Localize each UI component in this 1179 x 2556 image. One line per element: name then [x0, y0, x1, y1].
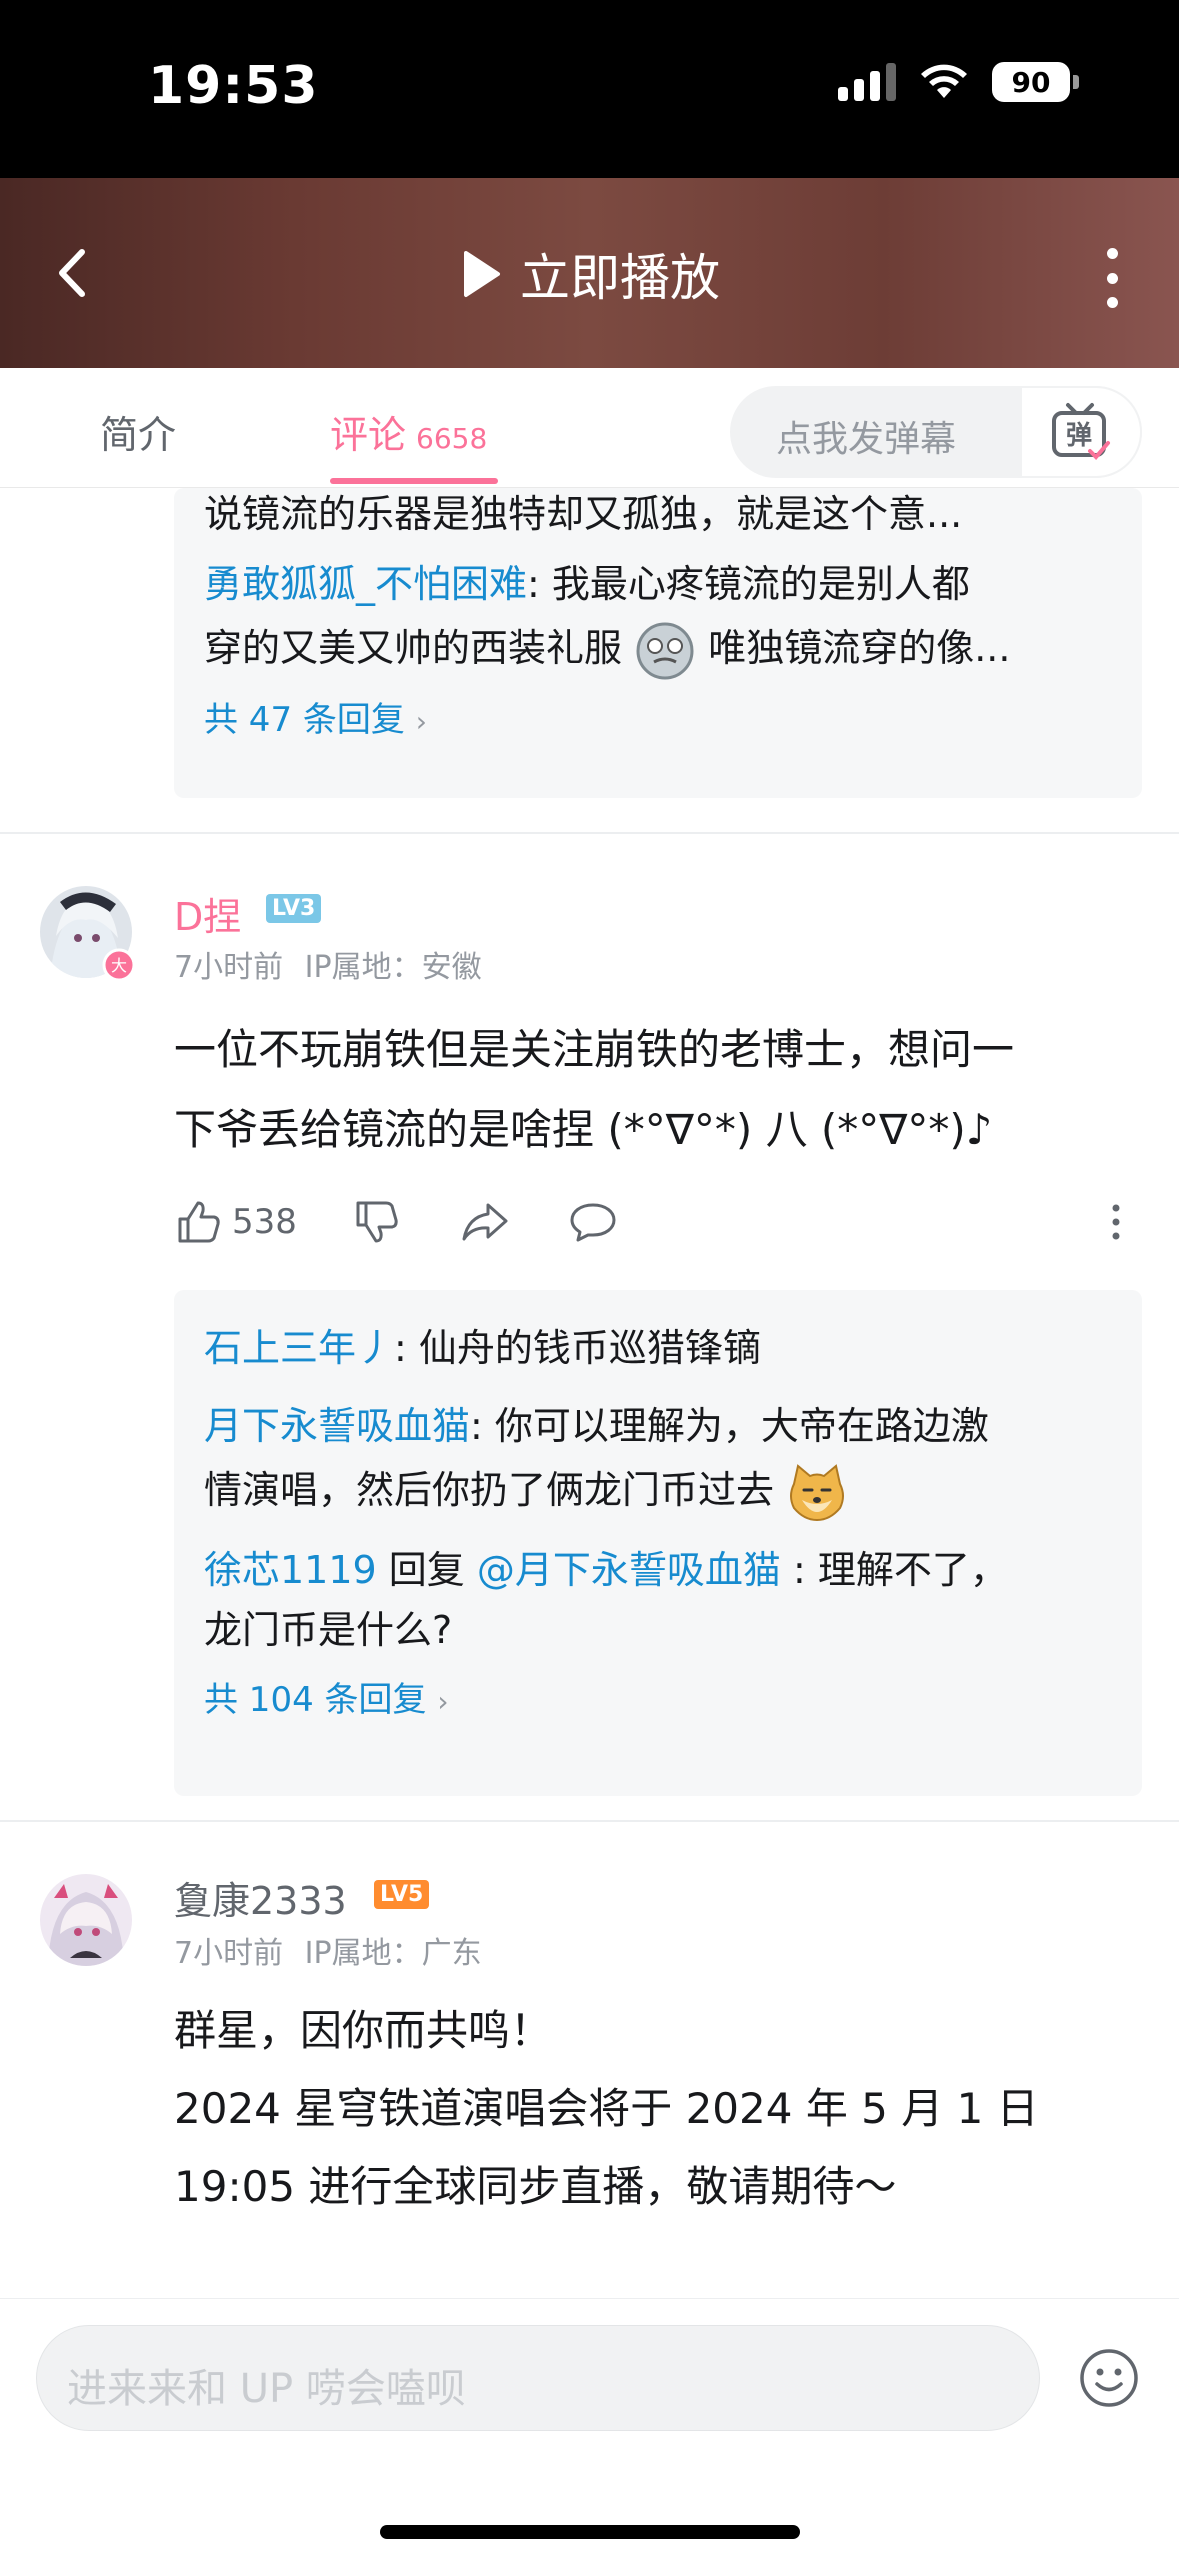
- comment-text-line: 2024 星穹铁道演唱会将于 2024 年 5 月 1 日: [174, 2084, 1039, 2133]
- reply-connector: 回复: [376, 1547, 477, 1592]
- like-button[interactable]: 538: [174, 1192, 297, 1252]
- tabs-bar: 简介 评论 6658 点我发弹幕 弹: [0, 368, 1179, 488]
- reply-box: 石上三年丿: 仙舟的钱币巡猎锋镝 月下永誓吸血猫: 你可以理解为，大帝在路边激 …: [174, 1290, 1142, 1796]
- share-button[interactable]: [460, 1192, 510, 1252]
- tab-comments[interactable]: 评论 6658: [330, 404, 487, 459]
- reply-username[interactable]: 月下永誓吸血猫: [204, 1404, 470, 1448]
- doge-emoji-icon: [790, 1463, 845, 1521]
- reply-item-cont: 龙门币是什么?: [204, 1602, 1112, 1658]
- reply-text-cont2: 唯独镜流穿的像...: [708, 626, 1011, 670]
- tab-intro[interactable]: 简介: [100, 404, 176, 459]
- smiley-icon: [1080, 2349, 1138, 2407]
- comment-meta: 7小时前 IP属地：安徽: [174, 942, 482, 986]
- battery-level: 90: [992, 62, 1070, 102]
- view-all-replies-link[interactable]: 共 47 条回复 ›: [204, 688, 1112, 754]
- play-now-label: 立即播放: [520, 249, 720, 307]
- share-icon: [462, 1203, 508, 1241]
- avatar-badge-text: 大: [111, 956, 127, 975]
- reply-item[interactable]: 石上三年丿: 仙舟的钱币巡猎锋镝: [204, 1316, 1112, 1380]
- danmaku-toggle-button[interactable]: 弹: [1020, 386, 1142, 478]
- reply-item[interactable]: 徐芯1119 回复 @月下永誓吸血猫 : 理解不了，: [204, 1538, 1112, 1602]
- video-header: 立即播放: [0, 178, 1179, 368]
- reply-text: : 你可以理解为，大帝在路边激: [470, 1404, 989, 1448]
- reply-cut-line: 说镜流的乐器是独特却又孤独，就是这个意...: [204, 492, 963, 536]
- reply-text-cont: 穿的又美又帅的西装礼服: [204, 626, 623, 670]
- comment-input-placeholder: 进来来和 UP 唠会嗑呗: [67, 2366, 466, 2412]
- wifi-icon: [921, 64, 967, 98]
- bottom-comment-bar: 进来来和 UP 唠会嗑呗: [0, 2298, 1179, 2556]
- reply-item-cont: 情演唱，然后你扔了俩龙门币过去: [204, 1458, 1112, 1524]
- dizzy-face-emoji-icon: [636, 622, 694, 679]
- reply-username[interactable]: 石上三年丿: [204, 1326, 394, 1370]
- danmaku-input-pill[interactable]: 点我发弹幕 弹: [730, 386, 1142, 478]
- comment-ip: IP属地：广东: [304, 1936, 482, 1971]
- view-all-replies-link[interactable]: 共 104 条回复 ›: [204, 1668, 1112, 1734]
- chevron-right-icon: ›: [415, 704, 427, 738]
- battery-icon: 90: [992, 62, 1079, 102]
- status-bar: 19:53 90: [0, 0, 1179, 178]
- danmaku-toggle-icon: 弹: [1052, 403, 1110, 460]
- avatar[interactable]: [40, 1874, 132, 1966]
- reply-button[interactable]: [568, 1192, 618, 1252]
- reply-username[interactable]: 勇敢狐狐_不怕困难: [204, 562, 527, 606]
- thumbs-down-icon: [356, 1201, 398, 1243]
- more-options-button[interactable]: [1096, 248, 1128, 308]
- comment-text: 一位不玩崩铁但是关注崩铁的老博士，想问一 下爷丢给镜流的是啥捏 (*°∇°*) …: [174, 1010, 1134, 1170]
- chevron-left-icon: [59, 249, 85, 297]
- comment-time: 7小时前: [174, 950, 284, 985]
- comment-text-line: 下爷丢给镜流的是啥捏 (*°∇°*) 八 (*°∇°*)♪: [174, 1105, 993, 1154]
- comment-username[interactable]: D捏: [174, 886, 241, 941]
- chat-bubble-icon: [570, 1203, 616, 1242]
- comment-item: 夐康2333 LV5 7小时前 IP属地：广东 群星，因你而共鸣！ 2024 星…: [0, 1820, 1179, 2298]
- danmaku-toggle-char: 弹: [1066, 421, 1092, 451]
- reply-text: : 我最心疼镜流的是别人都: [527, 562, 970, 606]
- comment-time: 7小时前: [174, 1936, 284, 1971]
- tab-comments-count: 6658: [416, 422, 488, 455]
- status-icons: 90: [838, 62, 1079, 102]
- reply-text-cont: 情演唱，然后你扔了俩龙门币过去: [204, 1468, 775, 1512]
- comment-ip: IP属地：安徽: [304, 950, 482, 985]
- reply-username[interactable]: 徐芯1119: [204, 1548, 377, 1592]
- reply-item[interactable]: 勇敢狐狐_不怕困难: 我最心疼镜流的是别人都: [204, 552, 1112, 616]
- comment-text: 群星，因你而共鸣！ 2024 星穹铁道演唱会将于 2024 年 5 月 1 日 …: [174, 1992, 1134, 2226]
- comment-more-button[interactable]: [1110, 1192, 1122, 1252]
- reply-text: : 仙舟的钱币巡猎锋镝: [394, 1326, 761, 1370]
- tab-comments-label: 评论: [330, 413, 407, 457]
- comment-text-line: 一位不玩崩铁但是关注崩铁的老博士，想问一: [174, 1025, 1015, 1074]
- comment-actions: 538: [174, 1192, 1134, 1252]
- play-icon: [464, 251, 500, 297]
- comment-text-line: 19:05 进行全球同步直播，敬请期待～: [174, 2162, 897, 2211]
- view-all-replies-label: 共 47 条回复: [204, 699, 405, 740]
- like-count: 538: [232, 1202, 297, 1242]
- comment-meta: 7小时前 IP属地：广东: [174, 1928, 482, 1972]
- status-time: 19:53: [148, 56, 319, 116]
- vertical-dots-icon: [1112, 1204, 1120, 1240]
- view-all-replies-label: 共 104 条回复: [204, 1679, 427, 1720]
- cellular-signal-icon: [838, 63, 896, 101]
- thumbs-up-icon: [178, 1201, 220, 1243]
- reply-mention[interactable]: @月下永誓吸血猫: [477, 1548, 781, 1592]
- level-badge: LV5: [374, 1880, 430, 1909]
- danmaku-input[interactable]: 点我发弹幕: [776, 410, 956, 462]
- reply-item-cont: 穿的又美又帅的西装礼服 唯独镜流穿的像...: [204, 616, 1112, 682]
- comment-input[interactable]: 进来来和 UP 唠会嗑呗: [36, 2325, 1040, 2431]
- back-button[interactable]: [44, 238, 104, 308]
- dislike-button[interactable]: [352, 1192, 402, 1252]
- reply-text-cont: 龙门币是什么?: [204, 1607, 453, 1652]
- emoji-button[interactable]: [1078, 2347, 1140, 2409]
- comment-item: 大 D捏 LV3 7小时前 IP属地：安徽 一位不玩崩铁但是关注崩铁的老博士，想…: [0, 832, 1179, 1820]
- reply-box-previous: 说镜流的乐器是独特却又孤独，就是这个意... 勇敢狐狐_不怕困难: 我最心疼镜流…: [174, 488, 1142, 798]
- comment-text-line: 群星，因你而共鸣！: [174, 2006, 553, 2055]
- reply-item[interactable]: 月下永誓吸血猫: 你可以理解为，大帝在路边激: [204, 1394, 1112, 1458]
- play-now-button[interactable]: 立即播放: [460, 238, 720, 310]
- reply-text: : 理解不了，: [780, 1547, 1008, 1592]
- chevron-right-icon: ›: [437, 1684, 449, 1718]
- comment-username[interactable]: 夐康2333: [174, 1870, 347, 1925]
- avatar-badge: 大: [102, 948, 136, 982]
- home-indicator[interactable]: [380, 2525, 800, 2539]
- level-badge: LV3: [266, 894, 322, 923]
